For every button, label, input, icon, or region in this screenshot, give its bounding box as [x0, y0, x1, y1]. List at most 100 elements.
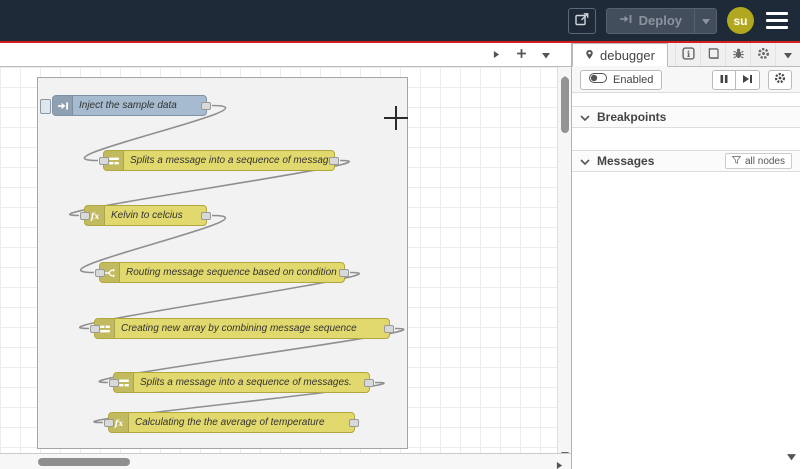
sidebar-tabbar: debugger i	[572, 43, 800, 67]
export-icon	[574, 11, 590, 30]
flow-node-function[interactable]: fx Calculating the the average of tempera…	[104, 412, 359, 433]
workspace: Inject the sample data Splits a message i…	[0, 43, 572, 469]
bug-icon	[732, 47, 745, 63]
flow-node-inject[interactable]: Inject the sample data	[40, 95, 211, 116]
vertical-scroll-thumb[interactable]	[561, 77, 569, 133]
flow-tabbar	[0, 43, 571, 67]
output-port[interactable]	[349, 419, 359, 427]
debugger-controls	[712, 69, 792, 90]
funnel-icon	[731, 155, 742, 167]
scroll-down-icon[interactable]	[561, 445, 569, 453]
input-port[interactable]	[99, 157, 109, 165]
flow-canvas[interactable]: Inject the sample data Splits a message i…	[0, 67, 571, 453]
pause-button[interactable]	[712, 69, 736, 90]
flow-node-split[interactable]: Splits a message into a sequence of mess…	[109, 372, 374, 393]
input-port[interactable]	[109, 379, 119, 387]
input-port[interactable]	[104, 419, 114, 427]
plus-icon	[516, 47, 527, 62]
debugger-toolbar: Enabled	[572, 67, 800, 93]
caret-down-icon	[784, 47, 792, 62]
node-label: Splits a message into a sequence of mess…	[130, 155, 334, 166]
all-nodes-filter-button[interactable]: all nodes	[724, 153, 792, 169]
pause-icon	[719, 72, 729, 87]
output-port[interactable]	[364, 379, 374, 387]
enabled-label: Enabled	[613, 73, 654, 86]
export-button[interactable]	[567, 7, 596, 34]
tab-info[interactable]: i	[675, 43, 700, 66]
node-label: Calculating the the average of temperatu…	[135, 417, 325, 428]
scroll-tabs-right-button[interactable]	[485, 45, 507, 65]
node-label: Routing message sequence based on condit…	[126, 267, 337, 278]
scroll-right-icon[interactable]	[556, 457, 563, 469]
triangle-right-icon	[493, 47, 500, 62]
node-label: Kelvin to celcius	[111, 210, 183, 221]
sidebar: debugger i Enabled Breakpoints Messages …	[572, 43, 800, 469]
vertical-scrollbar[interactable]	[557, 67, 571, 453]
node-label: Splits a message into a sequence of mess…	[140, 377, 352, 388]
node-label: Inject the sample data	[79, 100, 177, 111]
main-area: Inject the sample data Splits a message i…	[0, 43, 800, 469]
deploy-icon	[619, 13, 633, 28]
svg-text:fx: fx	[89, 212, 100, 222]
chevron-down-icon	[580, 108, 590, 126]
enabled-toggle-button[interactable]: Enabled	[580, 69, 663, 90]
expand-panel-caret[interactable]	[787, 448, 796, 466]
sidebar-tab-menu-button[interactable]	[775, 43, 800, 66]
output-port[interactable]	[384, 325, 394, 333]
messages-section-header[interactable]: Messages all nodes	[572, 150, 800, 172]
output-port[interactable]	[329, 157, 339, 165]
horizontal-scroll-thumb[interactable]	[38, 458, 130, 466]
header: Deploy su	[0, 0, 800, 41]
output-port[interactable]	[339, 269, 349, 277]
output-port[interactable]	[201, 212, 211, 220]
breakpoints-list	[572, 128, 800, 150]
deploy-options-button[interactable]	[694, 8, 716, 33]
toggle-icon	[589, 73, 607, 86]
breakpoint-pin-icon	[585, 48, 594, 63]
input-port[interactable]	[80, 212, 90, 220]
flow-list-button[interactable]	[535, 45, 557, 65]
node-label: Creating new array by combining message …	[121, 323, 357, 334]
tab-help[interactable]	[700, 43, 725, 66]
hamburger-icon	[766, 12, 788, 29]
tab-config[interactable]	[750, 43, 775, 66]
step-icon	[742, 72, 753, 87]
step-button[interactable]	[736, 69, 760, 90]
caret-down-icon	[701, 12, 710, 30]
deploy-label: Deploy	[638, 13, 682, 28]
caret-down-icon	[542, 47, 550, 62]
debugger-settings-button[interactable]	[768, 69, 792, 90]
deploy-button[interactable]: Deploy	[605, 7, 717, 34]
tab-debug[interactable]	[725, 43, 750, 66]
flow-node-switch[interactable]: Routing message sequence based on condit…	[95, 262, 349, 283]
messages-section-title: Messages	[597, 154, 655, 168]
input-port[interactable]	[95, 269, 105, 277]
tab-debugger[interactable]: debugger	[572, 43, 668, 67]
info-icon: i	[681, 46, 695, 63]
flow-node-join[interactable]: Creating new array by combining message …	[90, 318, 394, 339]
chevron-down-icon	[580, 152, 590, 170]
svg-text:fx: fx	[113, 419, 124, 429]
breakpoints-section-header[interactable]: Breakpoints	[572, 106, 800, 128]
tab-debugger-label: debugger	[600, 47, 655, 63]
main-menu-button[interactable]	[764, 8, 790, 33]
breakpoints-section-title: Breakpoints	[597, 110, 667, 124]
horizontal-scrollbar[interactable]	[0, 453, 571, 469]
flow-node-split[interactable]: Splits a message into a sequence of mess…	[99, 150, 339, 171]
tabbar-spacer	[668, 43, 675, 66]
user-avatar[interactable]: su	[727, 7, 754, 34]
gear-icon	[757, 47, 770, 63]
scroll-up-icon[interactable]	[561, 69, 569, 82]
inject-icon	[53, 96, 73, 115]
inject-trigger-button[interactable]	[40, 99, 51, 114]
node-red-app: Deploy su Inject the sample data Splits …	[0, 0, 800, 469]
all-nodes-label: all nodes	[744, 155, 785, 167]
output-port[interactable]	[201, 102, 211, 110]
gear-icon	[774, 72, 786, 87]
input-port[interactable]	[90, 325, 100, 333]
flow-node-function[interactable]: fx Kelvin to celcius	[80, 205, 211, 226]
messages-list	[572, 172, 800, 469]
add-flow-button[interactable]	[510, 45, 532, 65]
book-icon	[707, 47, 720, 63]
